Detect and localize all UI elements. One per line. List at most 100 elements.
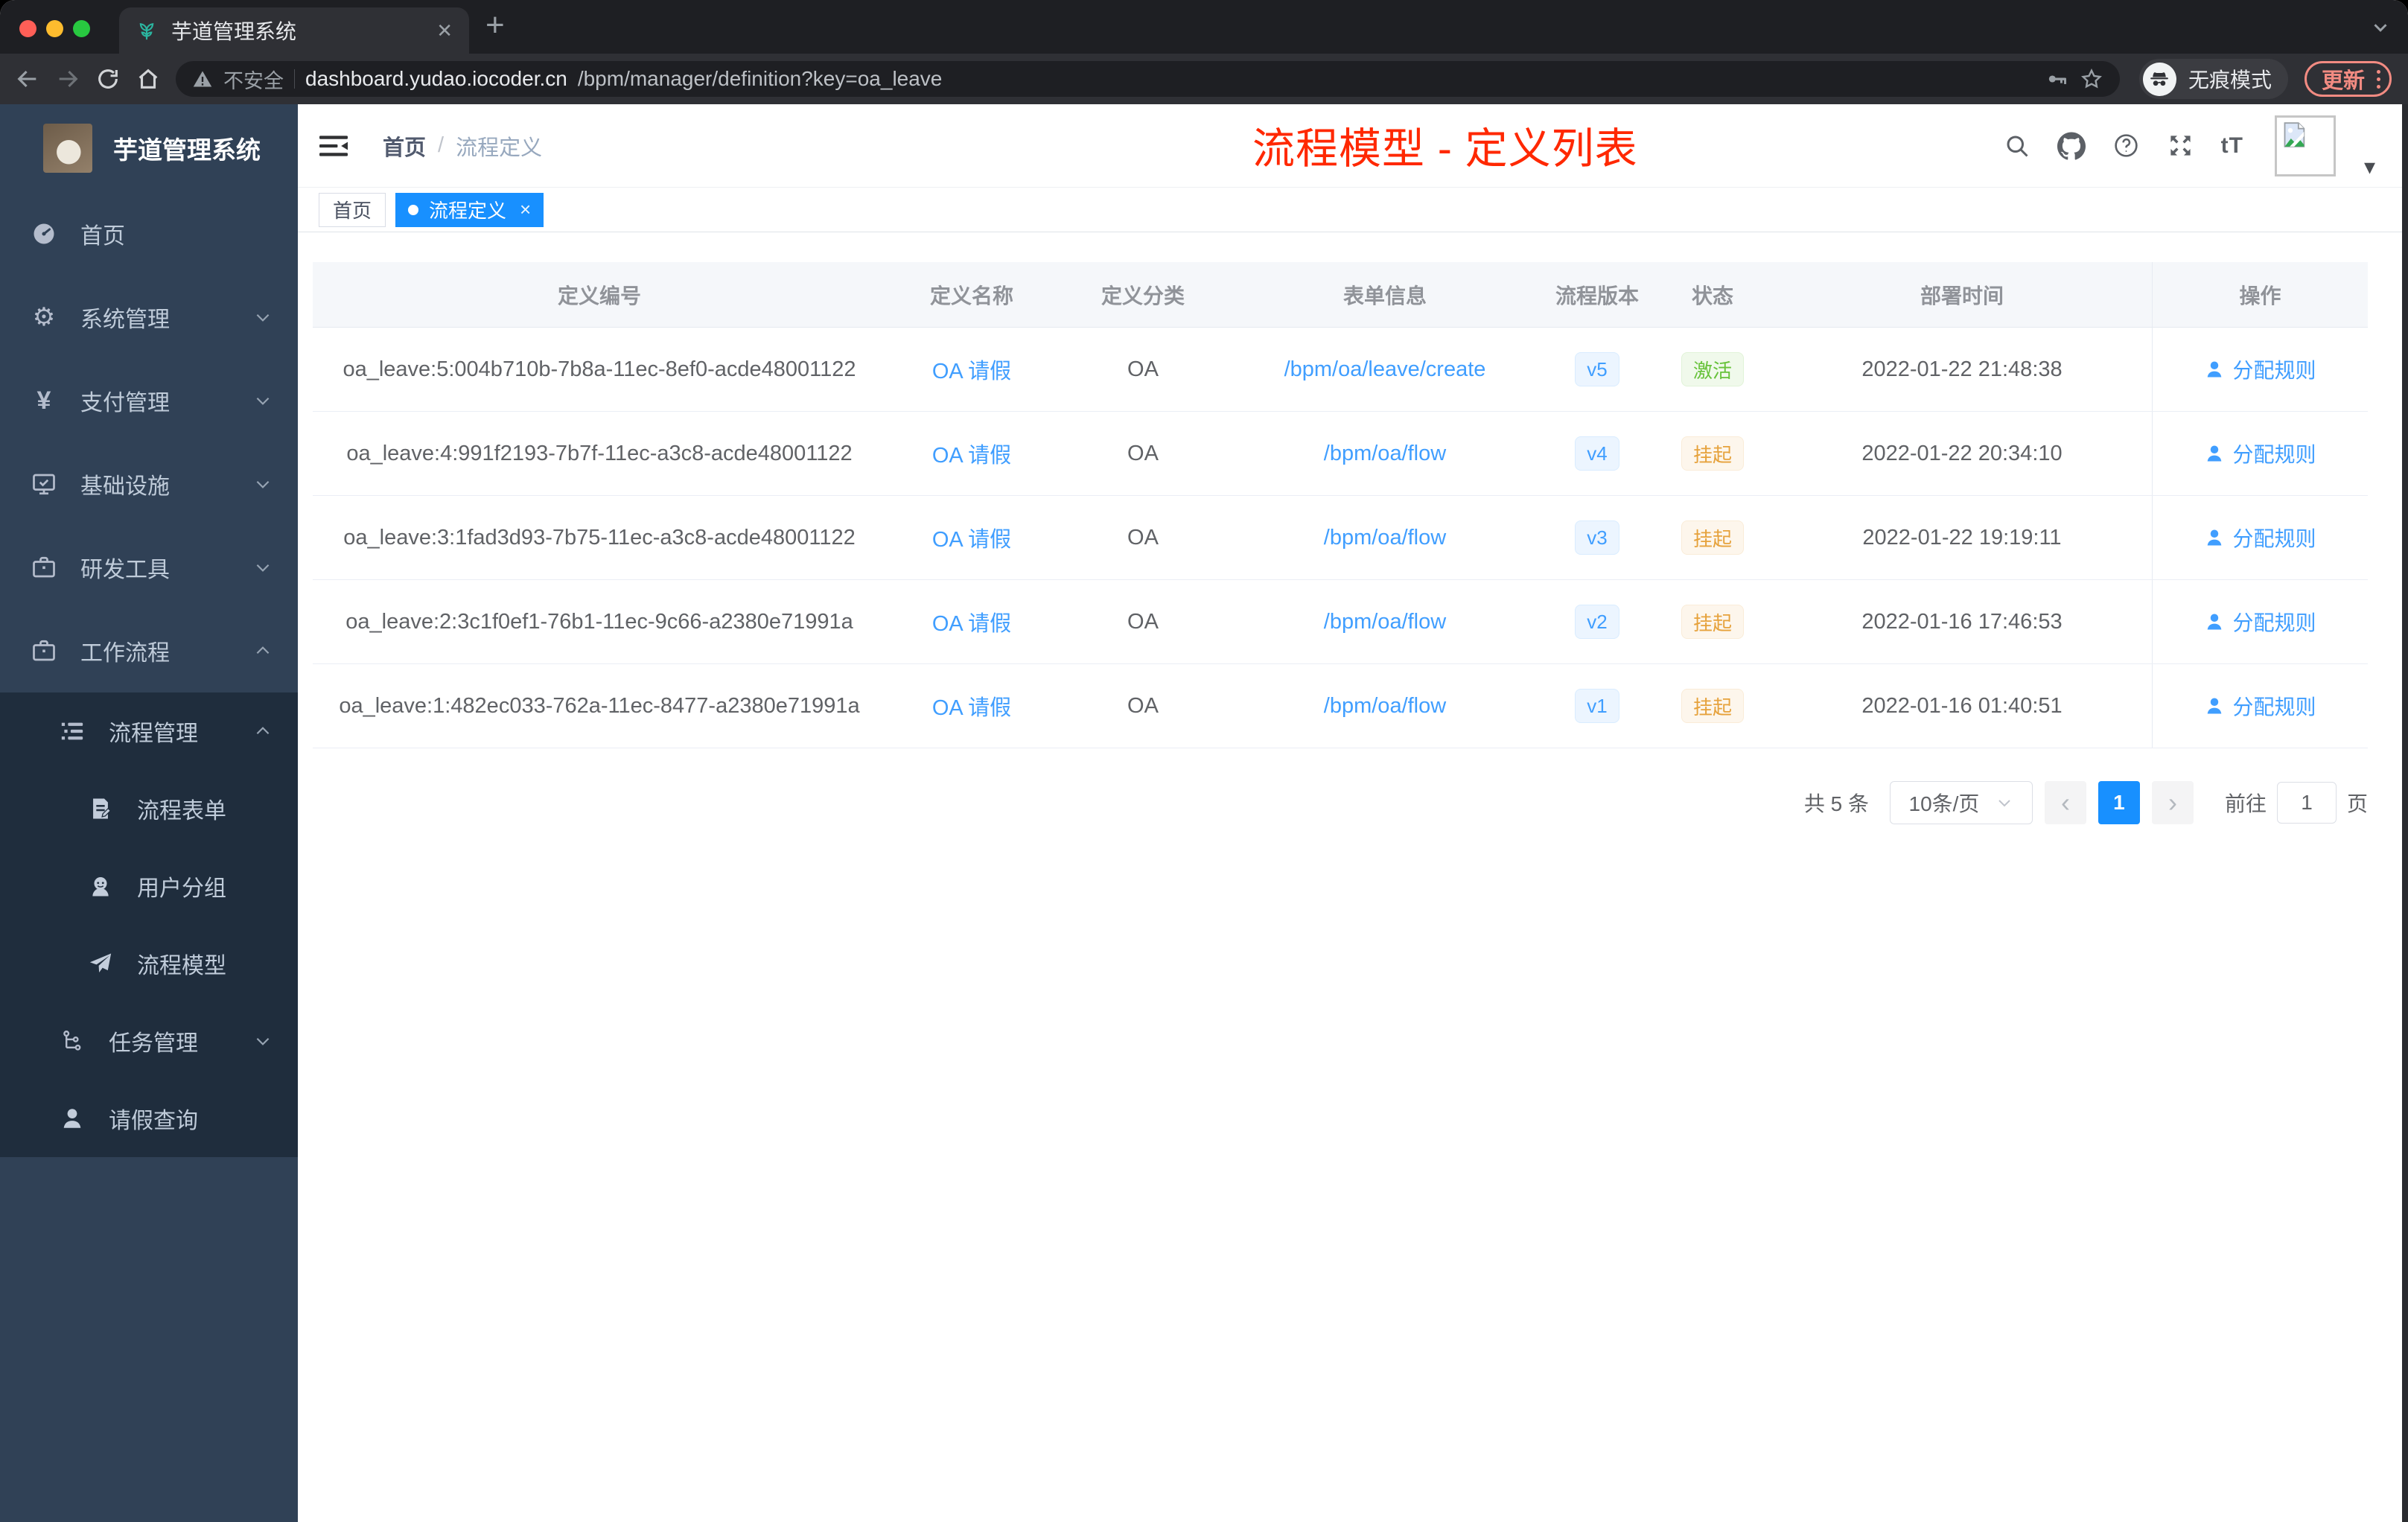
zoom-window-button[interactable] (73, 20, 90, 37)
person-icon (58, 1104, 86, 1133)
update-menu-button[interactable]: 更新 (2304, 61, 2392, 97)
sidebar-item-home[interactable]: 首页 (0, 192, 298, 276)
minimize-window-button[interactable] (46, 20, 63, 37)
current-page-button[interactable]: 1 (2098, 781, 2140, 824)
definition-id: oa_leave:3:1fad3d93-7b75-11ec-a3c8-acde4… (343, 525, 856, 550)
status-badge: 挂起 (1681, 605, 1744, 639)
back-icon[interactable] (10, 62, 45, 96)
tab-close-icon[interactable]: ✕ (436, 19, 453, 42)
fullscreen-icon[interactable] (2167, 132, 2194, 159)
definition-category: OA (1127, 609, 1159, 634)
definition-name-link[interactable]: OA 请假 (932, 354, 1011, 385)
close-window-button[interactable] (19, 20, 36, 37)
sidebar-item-leave-query[interactable]: 请假查询 (0, 1080, 298, 1157)
browser-scrollbar[interactable] (2402, 104, 2408, 1522)
kebab-menu-icon[interactable] (2377, 69, 2380, 89)
update-label[interactable]: 更新 (2322, 63, 2365, 95)
table-row: oa_leave:2:3c1f0ef1-76b1-11ec-9c66-a2380… (313, 580, 2368, 664)
goto-page-input[interactable] (2276, 782, 2337, 824)
collapse-sidebar-icon[interactable] (317, 131, 350, 161)
column-header: 表单信息 (1342, 284, 1427, 308)
version-badge: v3 (1575, 520, 1619, 555)
page-unit-label: 页 (2346, 792, 2368, 815)
definition-name-link[interactable]: OA 请假 (932, 522, 1011, 553)
table-row: oa_leave:5:004b710b-7b8a-11ec-8ef0-acde4… (313, 328, 2368, 412)
browser-tab[interactable]: 芋道管理系统 ✕ (119, 7, 469, 54)
sidebar-item-payment[interactable]: ¥ 支付管理 (0, 359, 298, 442)
help-icon[interactable] (2112, 132, 2140, 159)
url-domain[interactable]: dashboard.yudao.iocoder.cn (305, 67, 567, 91)
next-page-button[interactable]: › (2151, 781, 2194, 824)
column-header: 定义分类 (1101, 284, 1185, 308)
chevron-down-icon (253, 1031, 273, 1051)
sidebar-item-process-form[interactable]: 流程表单 (0, 770, 298, 847)
tag-process-definition[interactable]: 流程定义 × (395, 192, 544, 227)
definition-name-link[interactable]: OA 请假 (932, 606, 1011, 637)
home-icon[interactable] (131, 62, 165, 96)
prev-page-button[interactable]: ‹ (2044, 781, 2086, 824)
sidebar-item-workflow[interactable]: 工作流程 (0, 609, 298, 692)
sidebar-item-infra[interactable]: 基础设施 (0, 442, 298, 526)
reload-icon[interactable] (91, 62, 125, 96)
main-content: 首页 / 流程定义 流程模型 - 定义列表 tT ▾ 首页 流程定义 × 定义编… (298, 104, 2408, 1522)
status-badge: 激活 (1681, 352, 1744, 386)
sidebar-item-label: 工作流程 (80, 641, 170, 666)
assign-rule-button[interactable]: 分配规则 (2204, 354, 2316, 384)
goto-label: 前往 (2224, 792, 2267, 815)
sidebar-item-process-model[interactable]: 流程模型 (0, 925, 298, 1002)
sidebar-item-task-mgmt[interactable]: 任务管理 (0, 1002, 298, 1080)
chevron-down-icon (253, 308, 273, 327)
sidebar-item-label: 流程表单 (137, 799, 226, 824)
monitor-icon (30, 470, 58, 498)
sidebar-item-label: 用户分组 (137, 876, 226, 901)
security-label[interactable]: 不安全 (223, 65, 284, 94)
form-link[interactable]: /bpm/oa/flow (1324, 610, 1446, 634)
deploy-time: 2022-01-22 19:19:11 (1862, 525, 2062, 550)
definition-id: oa_leave:4:991f2193-7b7f-11ec-a3c8-acde4… (346, 441, 853, 465)
key-icon[interactable] (2045, 67, 2069, 91)
sidebar-item-system[interactable]: ⚙ 系统管理 (0, 276, 298, 359)
sidebar-item-devtools[interactable]: 研发工具 (0, 526, 298, 609)
github-icon[interactable] (2057, 131, 2086, 160)
tag-label: 流程定义 (429, 200, 507, 222)
url-path[interactable]: /bpm/manager/definition?key=oa_leave (578, 67, 943, 91)
new-tab-button[interactable]: + (485, 9, 505, 42)
browser-toolbar: 不安全 dashboard.yudao.iocoder.cn/bpm/manag… (0, 54, 2408, 104)
breadcrumb-home[interactable]: 首页 (383, 130, 426, 162)
assign-rule-button[interactable]: 分配规则 (2204, 691, 2316, 721)
definition-category: OA (1127, 693, 1159, 718)
page-size-select[interactable]: 10条/页 (1889, 781, 2033, 824)
sidebar-item-process-mgmt[interactable]: 流程管理 (0, 692, 298, 770)
chevron-down-icon (1995, 794, 2013, 812)
search-tabs-chevron-icon[interactable] (2369, 16, 2392, 39)
assign-rule-button[interactable]: 分配规则 (2204, 607, 2316, 637)
column-header: 部署时间 (1920, 284, 2004, 308)
definition-name-link[interactable]: OA 请假 (932, 438, 1011, 469)
search-icon[interactable] (2004, 133, 2030, 159)
column-header: 流程版本 (1555, 284, 1639, 308)
form-link[interactable]: /bpm/oa/flow (1324, 526, 1446, 550)
tag-home[interactable]: 首页 (319, 192, 386, 227)
address-bar[interactable]: 不安全 dashboard.yudao.iocoder.cn/bpm/manag… (176, 61, 2120, 97)
assign-rule-button[interactable]: 分配规则 (2204, 523, 2316, 553)
avatar-caret-icon[interactable]: ▾ (2364, 154, 2375, 180)
font-size-icon[interactable]: tT (2221, 133, 2243, 159)
forward-icon[interactable] (51, 62, 85, 96)
form-link[interactable]: /bpm/oa/leave/create (1284, 357, 1486, 382)
tag-close-icon[interactable]: × (520, 198, 531, 221)
assign-rule-button[interactable]: 分配规则 (2204, 439, 2316, 468)
warning-triangle-icon[interactable] (192, 69, 213, 89)
definition-name-link[interactable]: OA 请假 (932, 690, 1011, 722)
sidebar-logo-row[interactable]: 芋道管理系统 (0, 104, 298, 192)
definition-table: 定义编号 定义名称 定义分类 表单信息 流程版本 状态 部署时间 操作 oa_l… (313, 262, 2368, 748)
deploy-time: 2022-01-22 21:48:38 (1861, 357, 2063, 381)
column-header: 状态 (1691, 284, 1733, 308)
avatar[interactable] (2274, 115, 2336, 176)
bookmark-star-icon[interactable] (2080, 67, 2103, 91)
breadcrumb-separator: / (438, 133, 445, 157)
form-link[interactable]: /bpm/oa/flow (1324, 694, 1446, 719)
sidebar-item-user-group[interactable]: 用户分组 (0, 847, 298, 925)
form-link[interactable]: /bpm/oa/flow (1324, 442, 1446, 466)
logo-avatar (43, 124, 92, 173)
tag-label: 首页 (333, 200, 372, 222)
